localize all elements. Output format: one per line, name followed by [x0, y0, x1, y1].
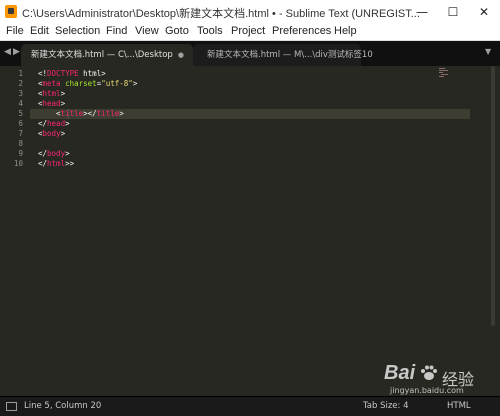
menu-project[interactable]: Project: [231, 25, 265, 37]
panel-toggle-icon[interactable]: [6, 402, 17, 411]
code-token: "utf-8": [101, 79, 133, 88]
code-token: </: [38, 149, 48, 158]
tab-scroll-right-icon[interactable]: ▶: [13, 47, 20, 57]
line-number: 4: [18, 99, 23, 108]
menu-tools[interactable]: Tools: [197, 25, 223, 37]
minimap[interactable]: [437, 68, 453, 78]
code-token: </: [38, 159, 48, 168]
menu-goto[interactable]: Goto: [165, 25, 189, 37]
status-bar: Line 5, Column 20 Tab Size: 4 HTML: [0, 396, 500, 416]
code-token: body: [42, 129, 61, 138]
code-token: title: [60, 109, 84, 118]
code-token: >: [60, 129, 66, 138]
line-number: 2: [18, 79, 23, 88]
tab-label: 新建文本文档.html — C\...\Desktop: [31, 50, 173, 60]
title-bar: C:\Users\Administrator\Desktop\新建文本文档.ht…: [0, 0, 500, 24]
line-number: 7: [18, 129, 23, 138]
line-number: 6: [18, 119, 23, 128]
menu-bar: File Edit Selection Find View Goto Tools…: [0, 24, 500, 41]
tab-size-selector[interactable]: Tab Size: 4: [363, 401, 409, 411]
watermark-logo: Bai: [384, 362, 416, 384]
code-line: </body>: [38, 149, 70, 159]
tab-list-dropdown-icon[interactable]: ▼: [485, 47, 491, 56]
paw-icon: [421, 365, 437, 380]
menu-edit[interactable]: Edit: [30, 25, 49, 37]
tab-inactive-file[interactable]: 新建文本文档.html — M\...\div测试标签10: [193, 44, 373, 66]
code-token: DOCTYPE: [47, 69, 79, 78]
code-line: </head>: [38, 119, 70, 129]
code-token: >: [132, 79, 138, 88]
menu-help[interactable]: Help: [334, 25, 357, 37]
window-title: C:\Users\Administrator\Desktop\新建文本文档.ht…: [22, 8, 420, 20]
code-line: <head>: [38, 99, 65, 109]
menu-file[interactable]: File: [6, 25, 24, 37]
line-number-gutter: 1 2 3 4 5 6 7 8 9 10: [0, 66, 30, 396]
code-line: <html>: [38, 89, 65, 99]
code-token: ></: [83, 109, 97, 118]
tab-bar: ◀ ▶ 新建文本文档.html — C\...\Desktop ● 新建文本文档…: [0, 41, 500, 66]
code-line: <title></title>: [38, 109, 124, 119]
code-token: <: [38, 109, 61, 118]
menu-find[interactable]: Find: [106, 25, 127, 37]
line-number: 9: [18, 149, 23, 158]
code-token: html: [47, 159, 66, 168]
line-number: 10: [13, 159, 23, 168]
menu-view[interactable]: View: [135, 25, 159, 37]
code-token: charset: [65, 79, 97, 88]
code-token: >: [60, 89, 66, 98]
code-line: <meta charset="utf-8">: [38, 79, 137, 89]
code-token: >: [60, 99, 66, 108]
code-token: >>: [65, 159, 75, 168]
minimize-button[interactable]: —: [410, 0, 434, 24]
tab-scroll-left-icon[interactable]: ◀: [4, 47, 11, 57]
code-token: <!: [38, 69, 48, 78]
code-line: <!DOCTYPE html>: [38, 69, 106, 79]
code-token: title: [96, 109, 120, 118]
line-number: 5: [18, 109, 23, 118]
menu-preferences[interactable]: Preferences: [272, 25, 331, 37]
menu-selection[interactable]: Selection: [55, 25, 100, 37]
tab-label: 新建文本文档.html — M\...\div测试标签10: [207, 50, 373, 60]
cursor-position: Line 5, Column 20: [24, 401, 102, 411]
vertical-scrollbar[interactable]: [490, 66, 496, 326]
code-editor[interactable]: <!DOCTYPE html> <meta charset="utf-8"> <ht…: [30, 66, 470, 396]
line-number: 3: [18, 89, 23, 98]
code-token: meta: [42, 79, 61, 88]
sublime-app-icon: [5, 5, 17, 18]
watermark-url: jingyan.baidu.com: [390, 386, 464, 395]
tab-active-file[interactable]: 新建文本文档.html — C\...\Desktop ●: [21, 44, 193, 66]
code-line: <body>: [38, 129, 65, 139]
code-token: head: [42, 99, 61, 108]
close-button[interactable]: ✕: [472, 0, 496, 24]
syntax-selector[interactable]: HTML: [447, 401, 471, 411]
code-token: >: [65, 119, 70, 128]
code-token: body: [47, 149, 66, 158]
code-token: html>: [78, 69, 106, 78]
code-token: >: [65, 149, 70, 158]
line-number: 8: [18, 139, 23, 148]
code-token: head: [47, 119, 66, 128]
scrollbar-thumb[interactable]: [491, 66, 495, 326]
code-token: >: [119, 109, 124, 118]
maximize-button[interactable]: ☐: [441, 0, 465, 24]
line-number: 1: [18, 69, 23, 78]
unsaved-dot-icon[interactable]: ●: [178, 44, 184, 66]
code-token: </: [38, 119, 48, 128]
code-line: </html>>: [38, 159, 74, 169]
code-token: html: [42, 89, 61, 98]
